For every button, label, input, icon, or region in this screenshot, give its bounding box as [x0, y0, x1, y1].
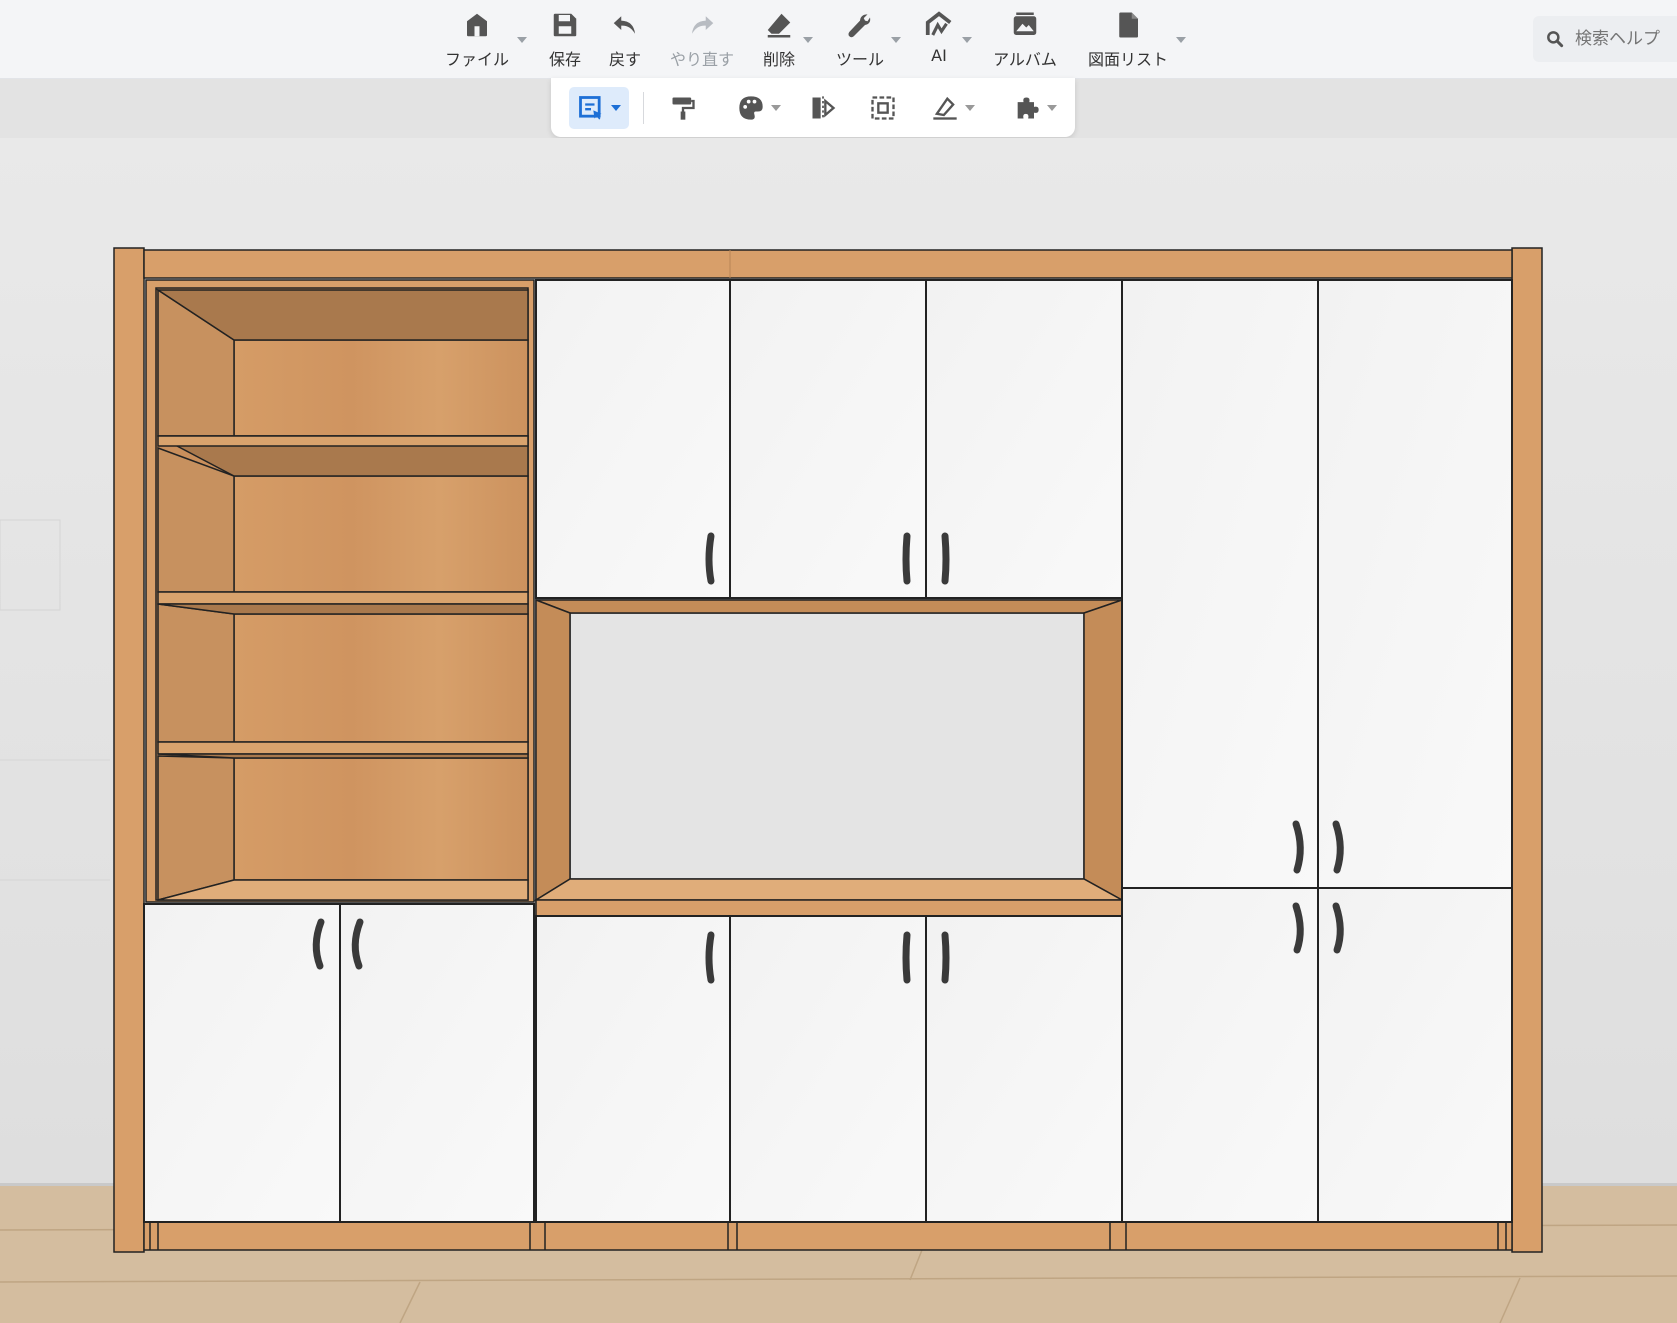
redo-icon — [692, 16, 714, 34]
lower-doors[interactable] — [143, 903, 1123, 1223]
open-shelf-unit[interactable] — [145, 279, 535, 903]
tv-niche[interactable] — [533, 598, 1123, 917]
undo-button[interactable]: 戻す — [602, 8, 648, 70]
redo-label: やり直す — [669, 50, 734, 69]
undo-icon — [613, 16, 635, 34]
search-icon — [1547, 31, 1564, 48]
palette-caret[interactable] — [771, 105, 781, 111]
upper-middle-doors[interactable] — [535, 279, 1123, 599]
tools-menu-button[interactable]: ツール — [832, 8, 888, 70]
file-dropdown-caret[interactable] — [517, 37, 527, 43]
album-label: アルバム — [993, 50, 1057, 69]
paint-roller-icon — [672, 97, 695, 120]
frame-select-icon — [871, 96, 895, 120]
paint-roller-button[interactable] — [661, 87, 705, 129]
drawing-list-dropdown-caret[interactable] — [1176, 37, 1186, 43]
measure-button[interactable] — [921, 87, 985, 129]
drawing-list-icon — [1119, 12, 1138, 38]
file-menu-button[interactable]: ファイル — [440, 8, 514, 70]
file-menu-label: ファイル — [444, 50, 509, 69]
save-label: 保存 — [548, 50, 581, 69]
sub-toolbar — [551, 78, 1075, 137]
help-search-box[interactable] — [1533, 16, 1677, 62]
plugin-icon — [1017, 97, 1039, 119]
home-icon — [467, 13, 487, 37]
plugin-button[interactable] — [1003, 87, 1067, 129]
redo-button[interactable]: やり直す — [666, 8, 738, 70]
help-search-input[interactable] — [1575, 29, 1677, 49]
album-button[interactable]: アルバム — [990, 8, 1060, 70]
wrench-icon — [848, 14, 871, 38]
tall-right-doors[interactable] — [1121, 279, 1513, 1223]
ai-menu-button[interactable]: AI — [917, 8, 961, 70]
select-mode-caret[interactable] — [611, 105, 621, 111]
toolbar-separator — [643, 92, 644, 124]
ai-menu-label: AI — [931, 46, 947, 65]
frame-select-button[interactable] — [861, 87, 905, 129]
tools-menu-label: ツール — [835, 50, 884, 69]
mirror-icon — [812, 96, 836, 120]
measure-caret[interactable] — [965, 105, 975, 111]
eraser-icon — [767, 13, 791, 38]
album-icon — [1013, 12, 1037, 35]
save-button[interactable]: 保存 — [542, 8, 588, 70]
select-mode-icon — [579, 96, 602, 120]
undo-label: 戻す — [608, 50, 641, 69]
tools-dropdown-caret[interactable] — [891, 37, 901, 43]
delete-dropdown-caret[interactable] — [803, 37, 813, 43]
measure-icon — [933, 96, 957, 120]
design-canvas[interactable] — [0, 138, 1677, 1323]
delete-button[interactable]: 削除 — [756, 8, 802, 70]
plugin-caret[interactable] — [1047, 105, 1057, 111]
drawing-list-button[interactable]: 図面リスト — [1083, 8, 1173, 70]
material-palette-button[interactable] — [726, 87, 792, 129]
drawing-list-label: 図面リスト — [1087, 50, 1168, 69]
palette-icon — [739, 96, 763, 120]
ai-icon — [925, 11, 952, 36]
delete-label: 削除 — [762, 50, 795, 69]
mirror-button[interactable] — [801, 87, 845, 129]
save-icon — [553, 13, 577, 37]
main-toolbar: ファイル 保存 戻す やり直す 削除 ツール AI アルバム 図面リスト — [0, 0, 1677, 79]
select-mode-button[interactable] — [569, 87, 629, 129]
ai-dropdown-caret[interactable] — [962, 37, 972, 43]
